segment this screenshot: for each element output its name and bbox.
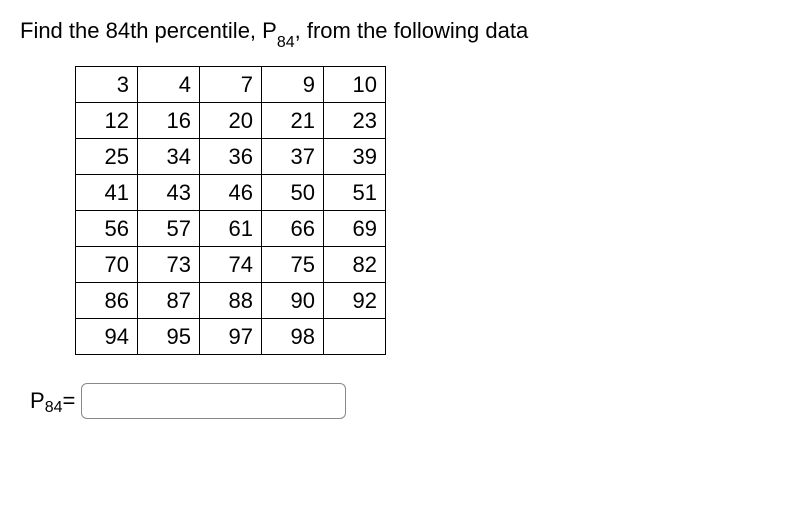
- data-cell: [324, 319, 386, 355]
- data-cell: 3: [76, 67, 138, 103]
- answer-label-suffix: =: [62, 388, 75, 414]
- data-cell: 74: [200, 247, 262, 283]
- data-cell: 90: [262, 283, 324, 319]
- data-cell: 50: [262, 175, 324, 211]
- data-cell: 94: [76, 319, 138, 355]
- data-cell: 51: [324, 175, 386, 211]
- data-cell: 9: [262, 67, 324, 103]
- answer-label-prefix: P: [30, 388, 45, 414]
- data-cell: 37: [262, 139, 324, 175]
- question-suffix: , from the following data: [295, 18, 529, 43]
- data-cell: 7: [200, 67, 262, 103]
- data-cell: 43: [138, 175, 200, 211]
- question-prefix: Find the 84th percentile, P: [20, 18, 277, 43]
- data-cell: 88: [200, 283, 262, 319]
- data-cell: 46: [200, 175, 262, 211]
- data-cell: 73: [138, 247, 200, 283]
- data-cell: 4: [138, 67, 200, 103]
- data-cell: 56: [76, 211, 138, 247]
- data-cell: 23: [324, 103, 386, 139]
- data-cell: 34: [138, 139, 200, 175]
- table-row: 41 43 46 50 51: [76, 175, 386, 211]
- data-cell: 41: [76, 175, 138, 211]
- data-cell: 82: [324, 247, 386, 283]
- table-row: 94 95 97 98: [76, 319, 386, 355]
- data-cell: 87: [138, 283, 200, 319]
- data-cell: 36: [200, 139, 262, 175]
- data-cell: 95: [138, 319, 200, 355]
- answer-label: P84 =: [30, 388, 75, 414]
- table-row: 25 34 36 37 39: [76, 139, 386, 175]
- data-cell: 86: [76, 283, 138, 319]
- table-row: 56 57 61 66 69: [76, 211, 386, 247]
- cell-value: 43: [167, 180, 191, 205]
- table-row: 3 4 7 9 10: [76, 67, 386, 103]
- answer-row: P84 =: [30, 383, 776, 419]
- data-cell: 70: [76, 247, 138, 283]
- data-cell: 16: [138, 103, 200, 139]
- data-cell: 12: [76, 103, 138, 139]
- data-cell: 21: [262, 103, 324, 139]
- answer-label-subscript: 84: [45, 399, 63, 417]
- data-cell: 25: [76, 139, 138, 175]
- table-row: 12 16 20 21 23: [76, 103, 386, 139]
- data-cell: 92: [324, 283, 386, 319]
- data-cell: 75: [262, 247, 324, 283]
- data-table: 3 4 7 9 10 12 16 20 21 23 25 34 36 37 39…: [75, 66, 386, 355]
- data-cell: 39: [324, 139, 386, 175]
- table-row: 70 73 74 75 82: [76, 247, 386, 283]
- question-subscript: 84: [277, 34, 295, 51]
- data-cell: 57: [138, 211, 200, 247]
- data-cell: 97: [200, 319, 262, 355]
- data-cell: 61: [200, 211, 262, 247]
- question-text: Find the 84th percentile, P84, from the …: [20, 18, 776, 48]
- percentile-answer-input[interactable]: [81, 383, 346, 419]
- data-cell: 98: [262, 319, 324, 355]
- data-cell: 10: [324, 67, 386, 103]
- data-cell: 66: [262, 211, 324, 247]
- data-cell: 20: [200, 103, 262, 139]
- data-cell: 69: [324, 211, 386, 247]
- table-row: 86 87 88 90 92: [76, 283, 386, 319]
